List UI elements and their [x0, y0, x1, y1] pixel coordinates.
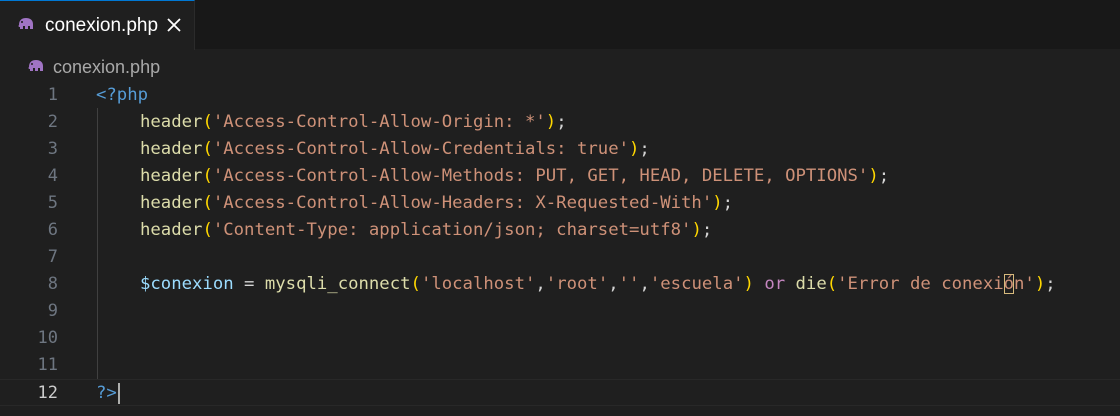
- code-token: ,: [535, 274, 546, 294]
- code-line[interactable]: 9: [0, 298, 1120, 325]
- code-token: 'localhost': [420, 274, 536, 294]
- code-token: header: [140, 166, 203, 186]
- code-token: ): [629, 139, 640, 159]
- line-number: 2: [47, 112, 58, 132]
- code-token: (: [410, 274, 421, 294]
- breadcrumb-item-file[interactable]: conexion.php: [53, 55, 160, 79]
- code-line[interactable]: 10: [0, 325, 1120, 352]
- php-elephant-icon: [28, 60, 43, 71]
- close-icon[interactable]: [165, 16, 183, 34]
- code-token: ): [545, 112, 557, 132]
- line-number: 1: [47, 85, 58, 105]
- breadcrumb: conexion.php: [0, 50, 1120, 83]
- tab-bar: conexion.php: [0, 0, 1120, 50]
- code-token: n': [1014, 274, 1035, 294]
- code-token: ,: [639, 274, 650, 294]
- code-editor[interactable]: 1 <?php 2 header('Access-Control-Allow-Orig…: [0, 82, 1120, 416]
- php-elephant-icon: [18, 18, 33, 29]
- code-token: 'Access-Control-Allow-Headers: X-Request…: [212, 193, 713, 213]
- code-token: header: [140, 193, 203, 213]
- line-number: 12: [37, 383, 58, 403]
- code-token: ): [691, 220, 702, 240]
- code-token: header: [140, 139, 203, 159]
- code-line[interactable]: 11: [0, 352, 1120, 379]
- code-line[interactable]: 7: [0, 244, 1120, 271]
- code-text: <?php: [96, 82, 148, 109]
- tab-conexion-php[interactable]: conexion.php: [0, 0, 195, 50]
- code-token: ;: [1045, 274, 1056, 294]
- code-text: header('Access-Control-Allow-Credentials…: [140, 136, 650, 163]
- code-token: <?php: [96, 85, 149, 105]
- code-token: die: [795, 274, 827, 294]
- line-number: 11: [37, 355, 58, 375]
- code-line[interactable]: 12 ?>: [0, 379, 1120, 406]
- code-text: header('Access-Control-Allow-Methods: PU…: [140, 163, 889, 190]
- code-token: 'escuela': [649, 274, 744, 294]
- line-number: 8: [47, 274, 58, 294]
- code-token: ?>: [96, 383, 117, 403]
- code-token: '': [618, 274, 640, 294]
- code-token: ó: [1003, 274, 1015, 294]
- code-token: 'Error de conexi: [837, 274, 1004, 294]
- code-token: ,: [608, 274, 619, 294]
- code-token: 'root': [545, 274, 609, 294]
- code-token: ;: [722, 193, 734, 213]
- tab-label: conexion.php: [45, 15, 159, 36]
- line-number: 9: [47, 301, 58, 321]
- code-line[interactable]: 2 header('Access-Control-Allow-Origin: *'…: [0, 109, 1120, 136]
- text-cursor: [118, 383, 120, 404]
- code-text: $conexion = mysqli_connect('localhost','…: [140, 271, 1056, 298]
- code-token: 'Access-Control-Allow-Methods: PUT, GET,…: [212, 166, 869, 186]
- code-token: ;: [639, 139, 650, 159]
- code-token: ): [743, 274, 754, 294]
- code-line[interactable]: 4 header('Access-Control-Allow-Methods: P…: [0, 163, 1120, 190]
- code-token: =: [233, 274, 265, 294]
- code-token: (: [202, 220, 213, 240]
- code-token: 'Access-Control-Allow-Origin: *': [212, 112, 546, 132]
- code-token: $conexion: [140, 274, 234, 294]
- code-line[interactable]: 1 <?php: [0, 82, 1120, 109]
- code-token: ;: [701, 220, 713, 240]
- code-token: ): [712, 193, 723, 213]
- code-token: mysqli_connect: [264, 274, 411, 294]
- line-number: 7: [47, 247, 58, 267]
- code-text: header('Content-Type: application/json; …: [140, 217, 712, 244]
- code-token: ;: [556, 112, 567, 132]
- code-line[interactable]: 8 $conexion = mysqli_connect('localhost',…: [0, 271, 1120, 298]
- code-text: ?>: [96, 380, 117, 407]
- line-number: 10: [37, 328, 58, 348]
- line-number: 5: [47, 193, 58, 213]
- code-token: ): [868, 166, 879, 186]
- code-token: or: [764, 274, 786, 294]
- code-token: (: [202, 112, 213, 132]
- code-token: 'Access-Control-Allow-Credentials: true': [212, 139, 630, 159]
- code-token: (: [826, 274, 838, 294]
- code-token: 'Content-Type: application/json; charset…: [212, 220, 692, 240]
- code-text: header('Access-Control-Allow-Origin: *')…: [140, 109, 567, 136]
- code-line[interactable]: 6 header('Content-Type: application/json;…: [0, 217, 1120, 244]
- line-number: 4: [47, 166, 58, 186]
- code-line[interactable]: 5 header('Access-Control-Allow-Headers: X…: [0, 190, 1120, 217]
- code-line[interactable]: 3 header('Access-Control-Allow-Credential…: [0, 136, 1120, 163]
- code-token: (: [202, 193, 213, 213]
- code-token: ;: [878, 166, 890, 186]
- code-text: header('Access-Control-Allow-Headers: X-…: [140, 190, 733, 217]
- code-token: (: [202, 166, 213, 186]
- code-token: header: [140, 220, 203, 240]
- code-token: header: [140, 112, 203, 132]
- line-number: 6: [47, 220, 58, 240]
- code-token: ): [1034, 274, 1046, 294]
- line-number: 3: [47, 139, 58, 159]
- code-token: (: [202, 139, 213, 159]
